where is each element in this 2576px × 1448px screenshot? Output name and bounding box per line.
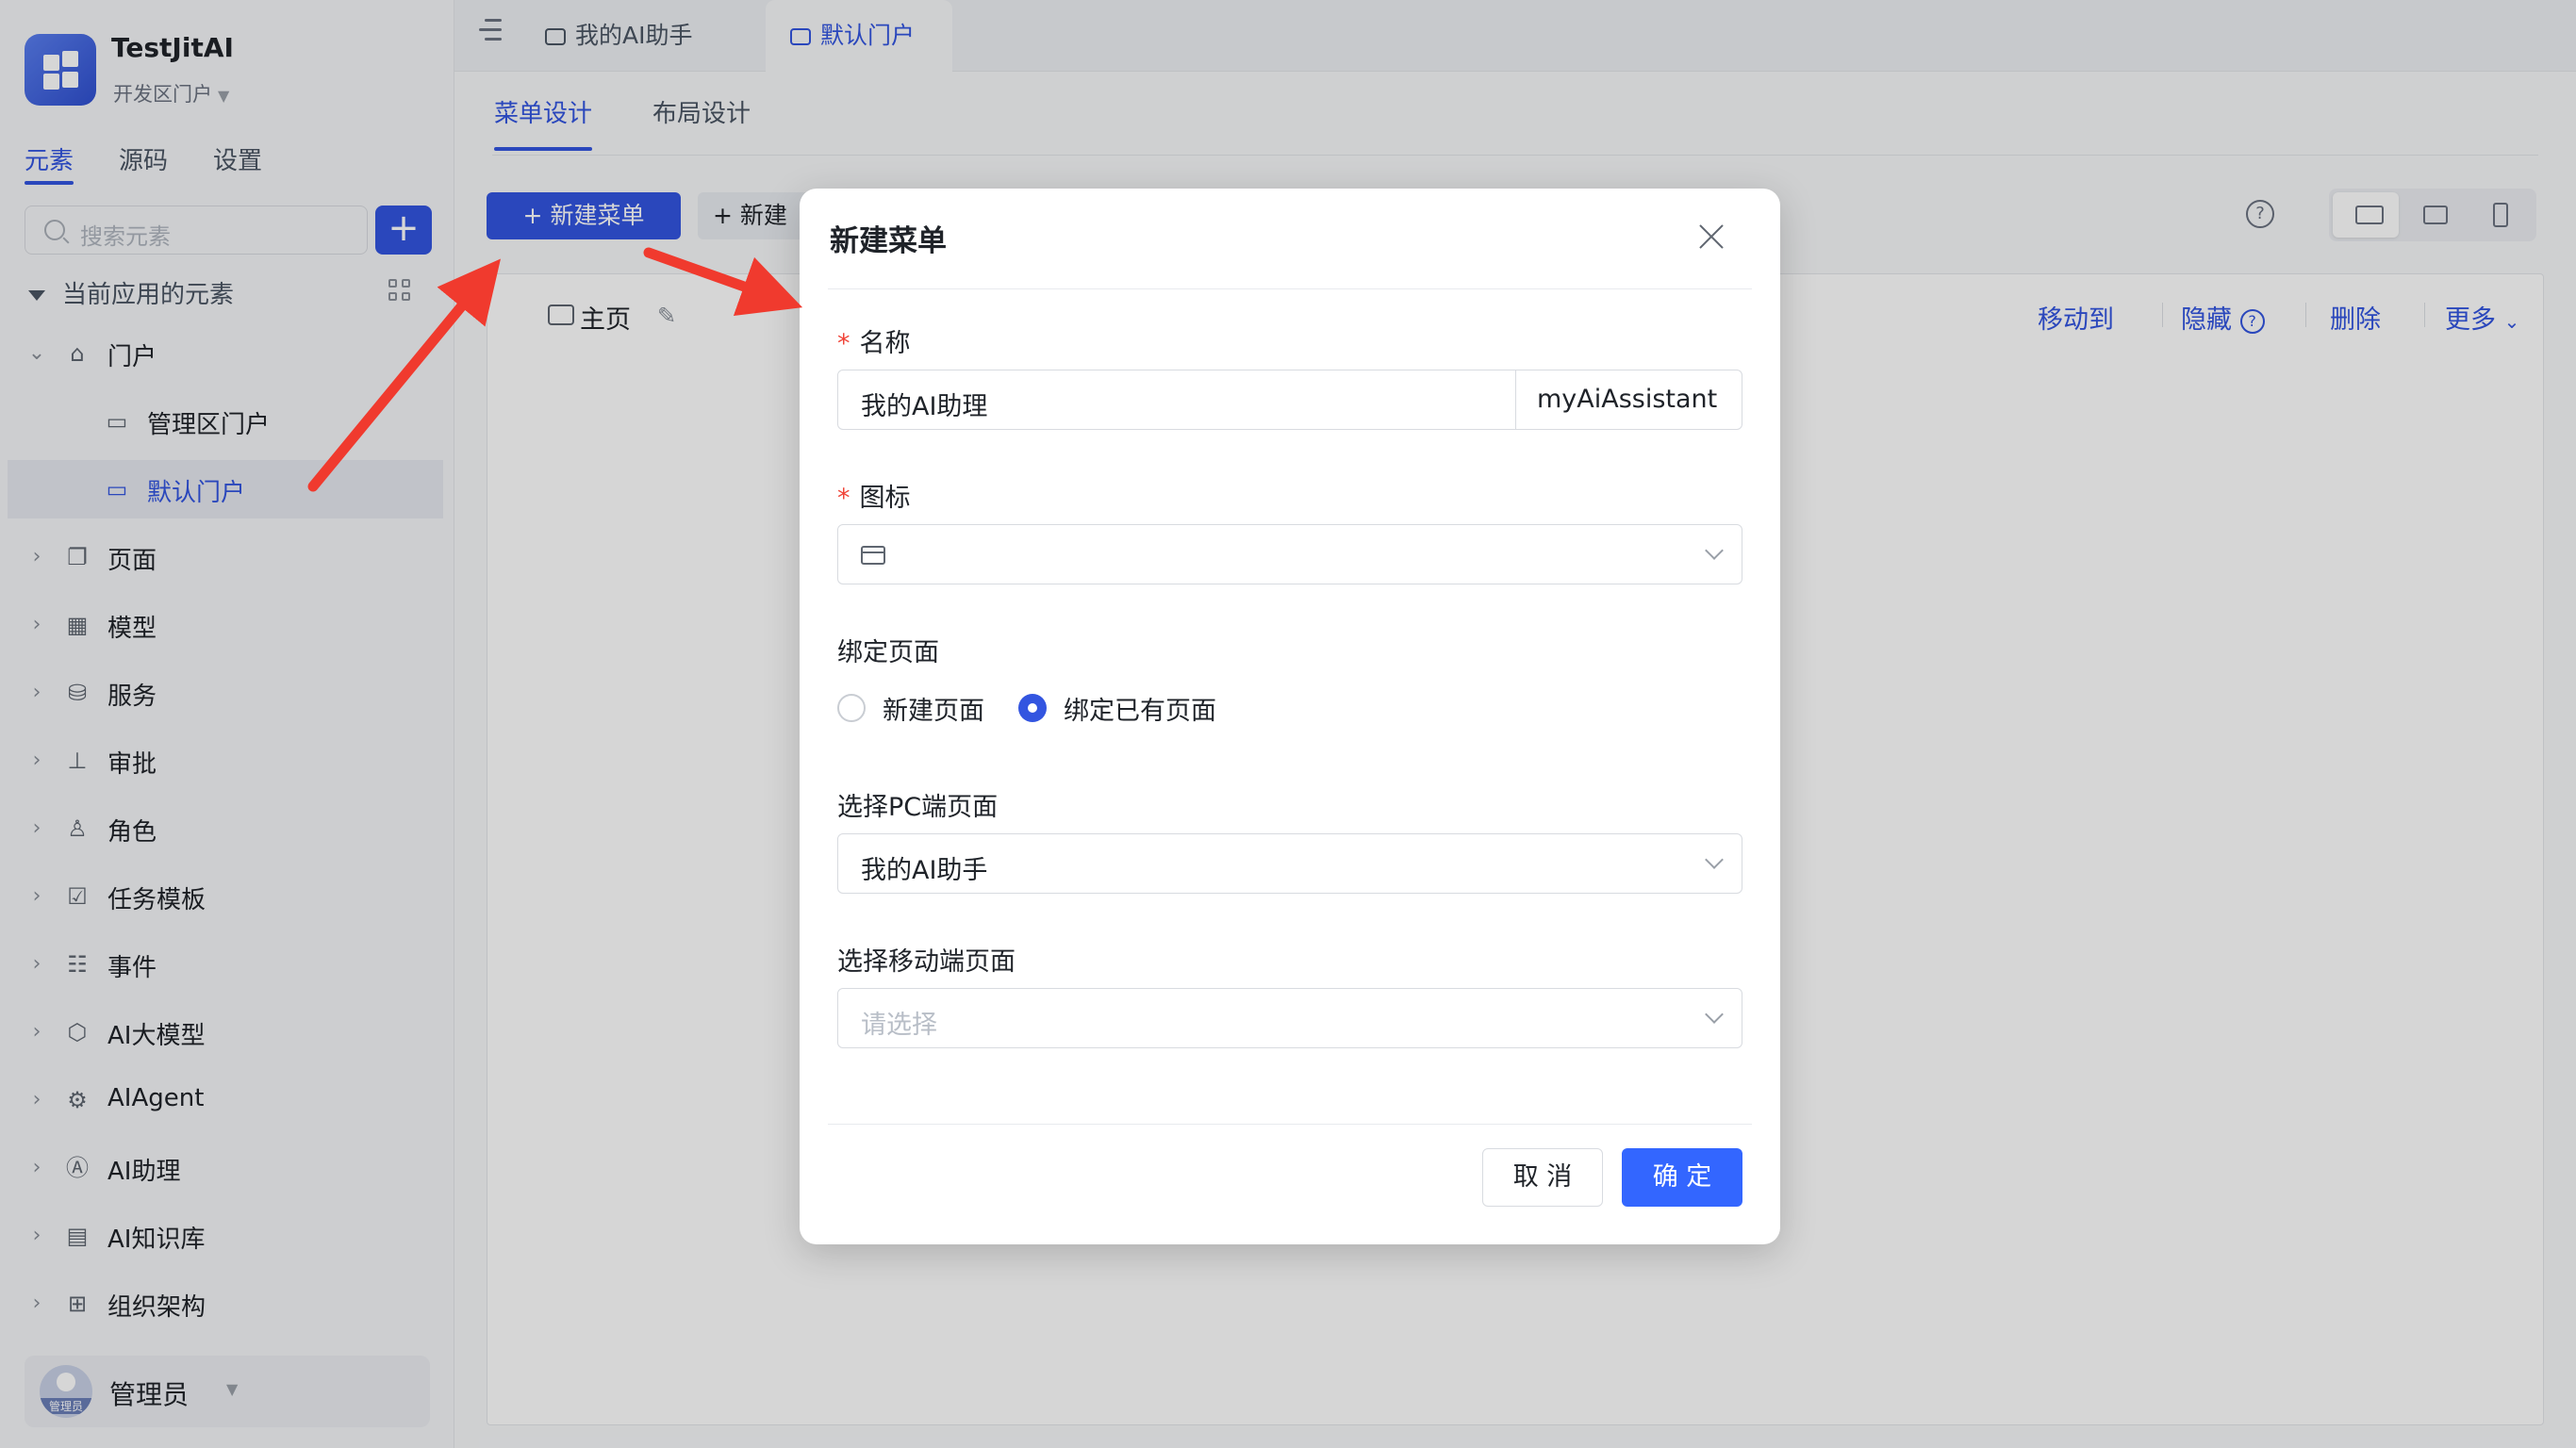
bind-page-label: 绑定页面 xyxy=(837,638,939,667)
chevron-down-icon xyxy=(1705,850,1724,869)
divider xyxy=(828,1124,1752,1125)
name-label-text: 名称 xyxy=(859,329,911,358)
radio-new-page[interactable] xyxy=(837,694,866,722)
icon-select[interactable] xyxy=(837,524,1742,584)
name-value: 我的AI助理 xyxy=(861,392,988,421)
close-icon[interactable] xyxy=(1695,221,1727,253)
radio-new-page-label[interactable]: 新建页面 xyxy=(883,690,984,727)
mobile-page-select[interactable]: 请选择 xyxy=(837,988,1742,1048)
required-mark: * xyxy=(837,484,850,513)
dialog-title: 新建菜单 xyxy=(830,224,947,258)
pc-page-value: 我的AI助手 xyxy=(861,856,988,885)
cancel-button[interactable]: 取 消 xyxy=(1482,1148,1603,1207)
pc-page-label: 选择PC端页面 xyxy=(837,793,999,822)
new-menu-dialog: 新建菜单 * 名称 我的AI助理 myAiAssistant * 图标 绑定页面 新… xyxy=(800,189,1780,1244)
confirm-button[interactable]: 确 定 xyxy=(1622,1148,1742,1207)
mobile-page-label: 选择移动端页面 xyxy=(837,947,1016,977)
name-field[interactable]: 我的AI助理 myAiAssistant xyxy=(837,370,1742,430)
radio-existing-page[interactable] xyxy=(1018,694,1047,722)
name-field-label: * 名称 xyxy=(837,322,911,359)
icon-label-text: 图标 xyxy=(859,484,911,513)
mobile-page-placeholder: 请选择 xyxy=(861,1011,937,1040)
name-code-field[interactable]: myAiAssistant xyxy=(1515,370,1742,429)
radio-existing-page-label[interactable]: 绑定已有页面 xyxy=(1064,690,1216,727)
chevron-down-icon xyxy=(1705,541,1724,560)
chevron-down-icon xyxy=(1705,1005,1724,1024)
card-icon xyxy=(861,546,885,565)
icon-field-label: * 图标 xyxy=(837,477,911,514)
required-mark: * xyxy=(837,329,850,358)
pc-page-select[interactable]: 我的AI助手 xyxy=(837,833,1742,894)
divider xyxy=(828,288,1752,289)
